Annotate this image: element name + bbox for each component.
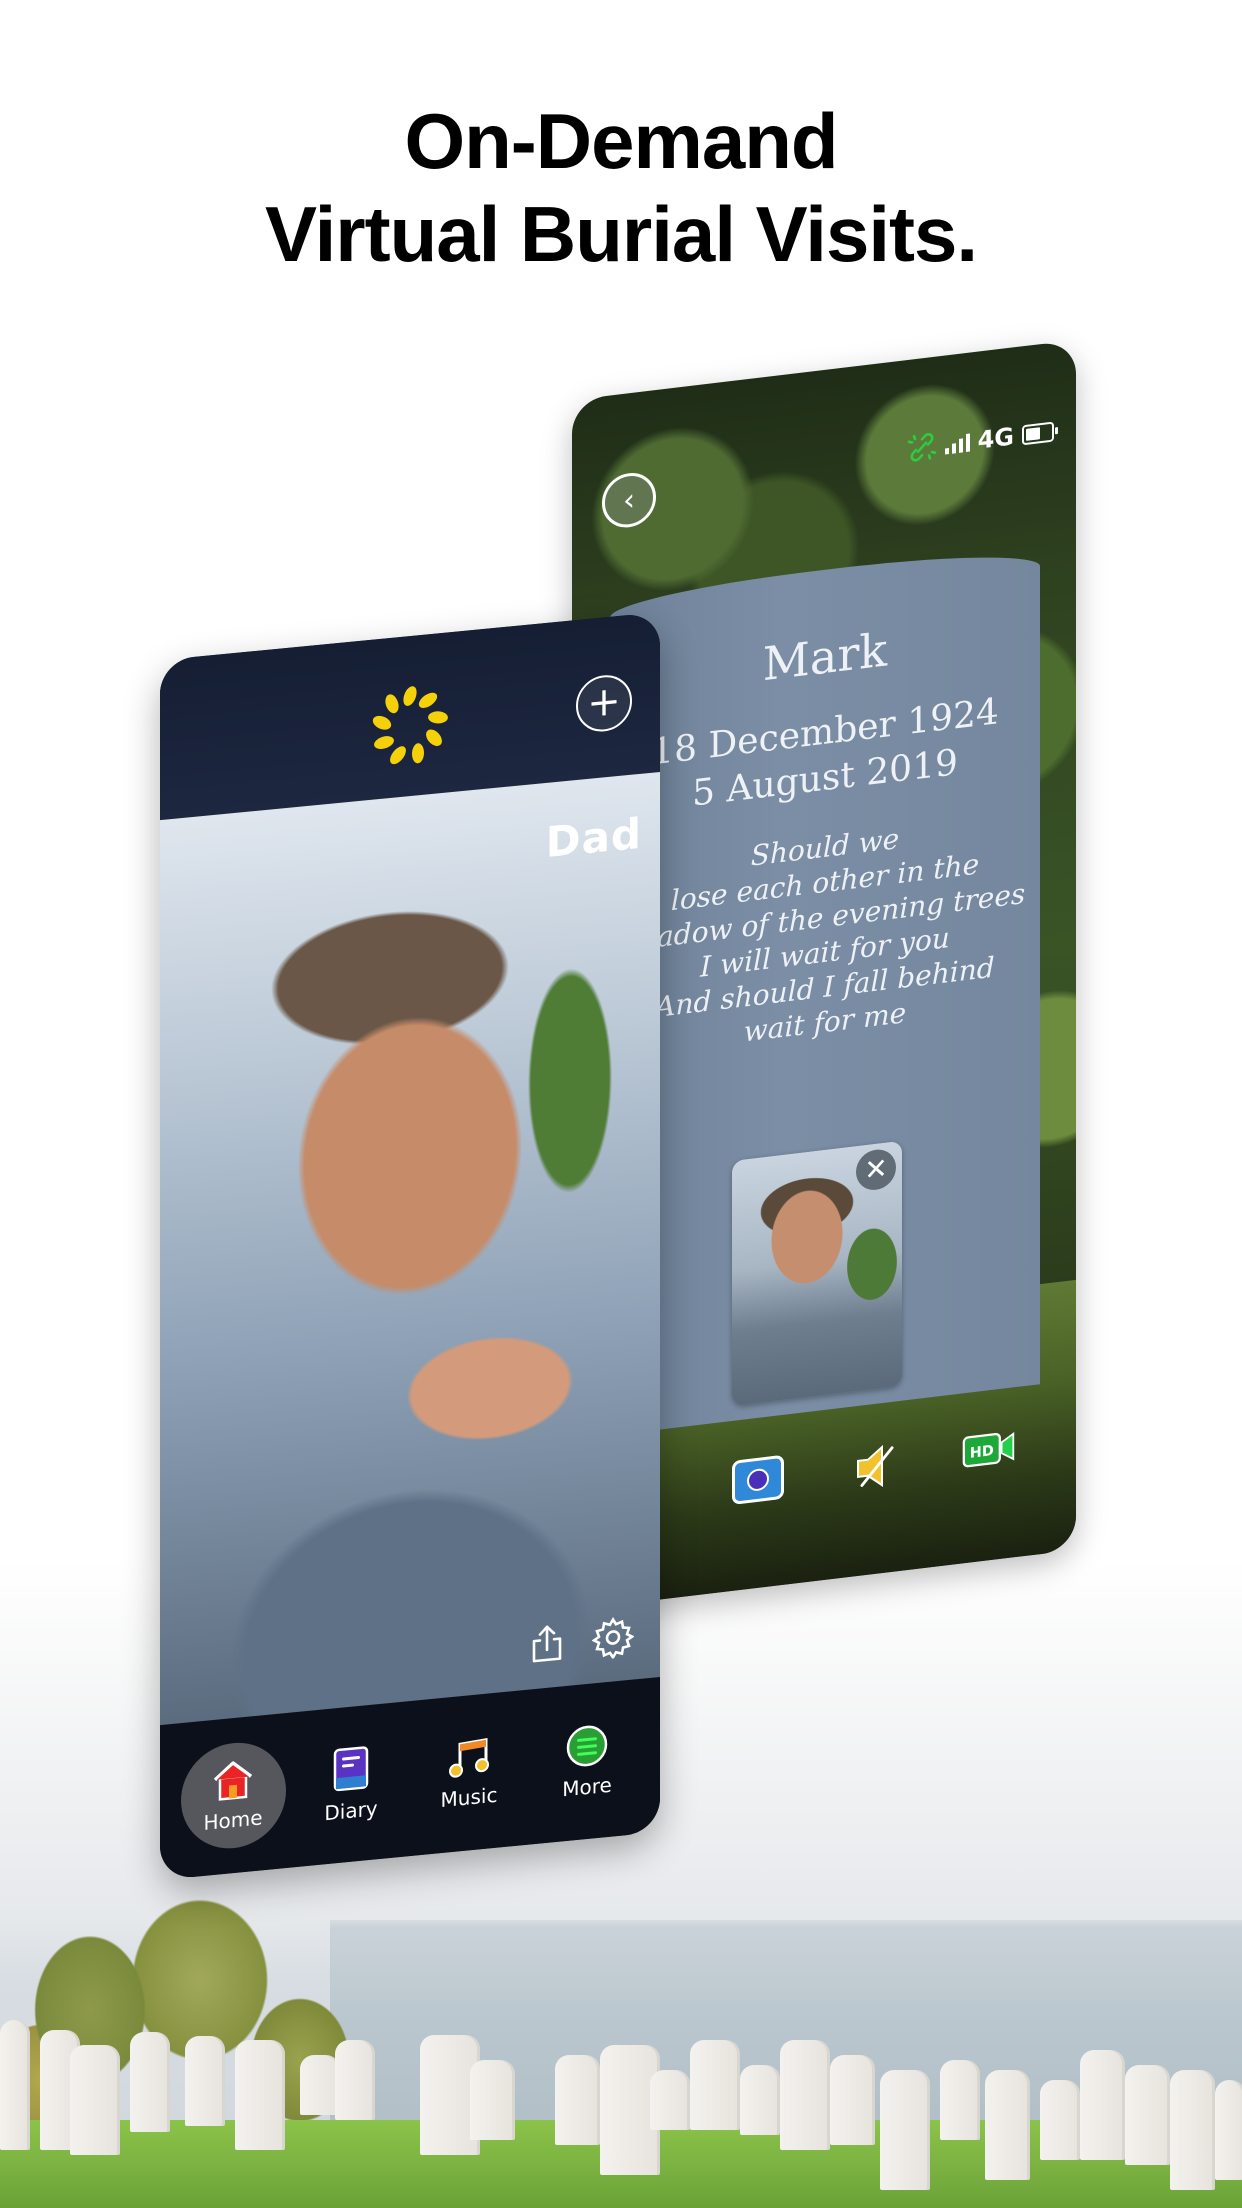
- home-icon: [213, 1760, 253, 1801]
- tab-home[interactable]: Home: [180, 1738, 286, 1854]
- epitaph: Should we lose each other in the shadow …: [610, 804, 1040, 1065]
- headstone: [880, 2070, 930, 2190]
- tab-more[interactable]: More: [535, 1704, 640, 1819]
- headstone: [470, 2060, 515, 2140]
- headstone: [335, 2040, 375, 2120]
- headstone: [740, 2065, 780, 2135]
- signal-icon: [944, 432, 970, 455]
- plus-icon: +: [587, 677, 621, 728]
- tab-diary[interactable]: Diary: [299, 1727, 404, 1842]
- network-type: 4G: [977, 422, 1014, 455]
- headstone: [185, 2036, 225, 2126]
- headstone: [1040, 2080, 1080, 2160]
- profile-name: Dad: [545, 808, 642, 868]
- laurel-wreath-logo: [372, 686, 448, 765]
- tab-home-label: Home: [203, 1804, 263, 1835]
- gravestone: Mark 18 December 1924 5 August 2019 Shou…: [610, 544, 1040, 1436]
- life-dates: 18 December 1924 5 August 2019: [610, 684, 1040, 827]
- headline: On-Demand Virtual Burial Visits.: [0, 95, 1242, 281]
- headstone: [985, 2070, 1030, 2180]
- take-photo-button[interactable]: [732, 1454, 784, 1505]
- tab-diary-label: Diary: [324, 1795, 378, 1825]
- hd-video-icon: HD: [962, 1432, 1015, 1468]
- camera-icon: [747, 1467, 769, 1493]
- headstone: [235, 2040, 285, 2150]
- close-icon: ✕: [864, 1151, 888, 1188]
- speaker-muted-icon: [857, 1444, 894, 1487]
- link-broken-icon: [907, 433, 936, 462]
- headstone: [0, 2020, 30, 2150]
- headstone: [650, 2070, 690, 2130]
- tab-music-label: Music: [440, 1782, 498, 1812]
- home-screen: + Dad Home Diary Music More: [160, 612, 660, 1881]
- chevron-left-icon: ‹: [623, 481, 635, 519]
- headstone: [1215, 2080, 1242, 2180]
- menu-circle-icon: [566, 1725, 608, 1766]
- headstone: [690, 2040, 740, 2130]
- mute-button[interactable]: [852, 1441, 902, 1493]
- headstone: [1170, 2070, 1215, 2190]
- memorial-photo[interactable]: ✕: [732, 1140, 902, 1406]
- headstone: [70, 2045, 120, 2155]
- headstone: [300, 2055, 340, 2115]
- headstone: [940, 2060, 980, 2140]
- book-icon: [333, 1745, 369, 1791]
- hd-video-button[interactable]: HD: [962, 1427, 1016, 1471]
- headstone: [555, 2055, 600, 2145]
- tab-music[interactable]: Music: [417, 1715, 522, 1830]
- settings-icon[interactable]: [592, 1615, 634, 1661]
- headstone: [1080, 2050, 1125, 2160]
- music-note-icon: [449, 1737, 489, 1778]
- battery-icon: [1022, 421, 1054, 446]
- headstone: [780, 2040, 830, 2150]
- headstone: [130, 2032, 170, 2132]
- svg-text:HD: HD: [970, 1443, 994, 1462]
- tab-more-label: More: [562, 1772, 612, 1801]
- add-button[interactable]: +: [576, 672, 632, 735]
- headline-line-1: On-Demand: [404, 97, 838, 185]
- share-icon[interactable]: [530, 1622, 564, 1665]
- headline-line-2: Virtual Burial Visits.: [264, 190, 978, 278]
- headstone: [1125, 2065, 1170, 2165]
- headstone: [830, 2055, 875, 2145]
- profile-photo: [160, 772, 660, 1731]
- close-photo-button[interactable]: ✕: [856, 1147, 896, 1193]
